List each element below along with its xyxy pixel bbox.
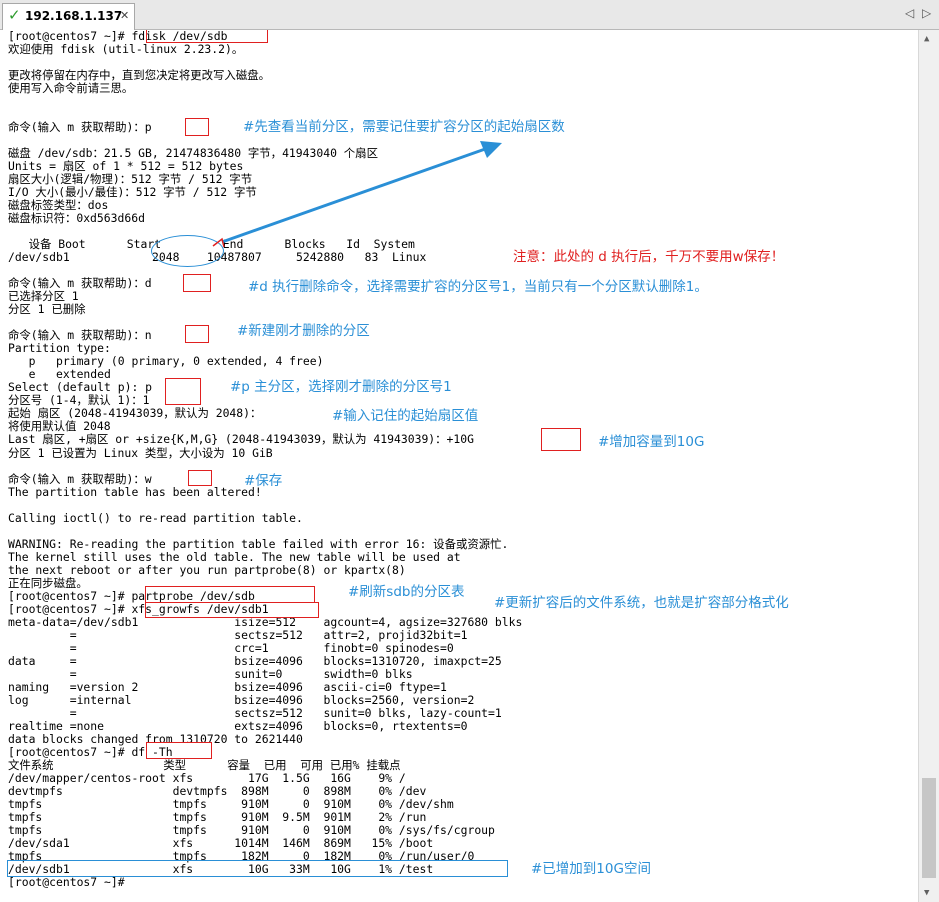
note-check-partition: #先查看当前分区，需要记住要扩容分区的起始扇区数 [243,119,565,135]
note-start-sector: #输入记住的起始扇区值 [332,408,479,424]
note-warning: 注意：此处的 d 执行后，千万不要用w保存！ [513,249,785,265]
scrollbar-thumb[interactable] [922,778,936,878]
close-icon[interactable]: ✕ [120,9,129,22]
session-tab[interactable]: ✓ 192.168.1.137 ✕ [2,3,135,30]
scroll-down-icon[interactable]: ▼ [924,888,929,898]
terminal-scrollbar[interactable]: ▲ ▼ [918,30,939,902]
note-primary: #p 主分区，选择刚才删除的分区号1 [230,379,452,395]
tab-bar: ✓ 192.168.1.137 ✕ ◁ ▷ [0,0,939,30]
note-save: #保存 [244,473,283,489]
session-tab-title: 192.168.1.137 [25,9,123,23]
terminal-pane[interactable]: [root@centos7 ~]# fdisk /dev/sdb 欢迎使用 fdi… [0,30,918,902]
scroll-up-icon[interactable]: ▲ [924,34,929,44]
tab-next-icon[interactable]: ▷ [922,6,931,20]
note-result: #已增加到10G空间 [531,861,651,877]
note-xfs-growfs: #更新扩容后的文件系统，也就是扩容部分格式化 [494,595,789,611]
note-increase-size: #增加容量到10G [598,434,705,450]
note-delete: #d 执行删除命令，选择需要扩容的分区号1，当前只有一个分区默认删除1。 [248,279,708,295]
note-new-partition: #新建刚才删除的分区 [237,323,370,339]
tab-prev-icon[interactable]: ◁ [905,6,914,20]
check-icon: ✓ [8,6,21,24]
annotation-arrow [212,141,502,248]
note-partprobe: #刷新sdb的分区表 [348,584,465,600]
